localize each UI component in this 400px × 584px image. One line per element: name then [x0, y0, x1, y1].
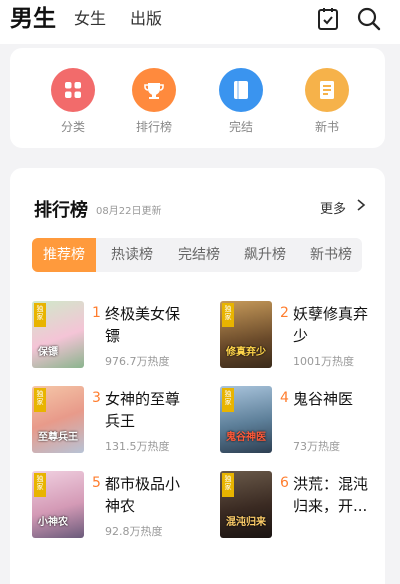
category-classify[interactable]: 分类 — [43, 68, 103, 135]
rank-number: 1 — [92, 305, 101, 321]
book-heat: 1001万热度 — [293, 355, 354, 368]
book-item[interactable]: 独家 保镖 1 终极美女保镖 976.7万热度 — [32, 301, 197, 371]
rank-number: 6 — [280, 475, 289, 491]
tab-boys[interactable]: 男生 — [10, 0, 56, 38]
rank-number: 2 — [280, 305, 289, 321]
book-title[interactable]: 妖孽修真弃少 — [293, 303, 377, 347]
book-cover[interactable]: 独家 小神农 — [32, 471, 84, 538]
subtab-new[interactable]: 新书榜 — [299, 238, 363, 272]
trophy-icon — [132, 68, 176, 112]
book-item[interactable]: 独家 小神农 5 都市极品小神农 92.8万热度 — [32, 471, 197, 541]
search-icon[interactable] — [356, 6, 382, 32]
category-card: 分类 排行榜 完结 新书 — [10, 48, 385, 148]
book-cover[interactable]: 独家 鬼谷神医 — [220, 386, 272, 453]
book-cover[interactable]: 独家 至尊兵王 — [32, 386, 84, 453]
chevron-right-icon[interactable] — [355, 198, 367, 212]
cover-title: 修真弃少 — [226, 347, 266, 358]
subtab-recommend[interactable]: 推荐榜 — [32, 238, 96, 272]
book-heat: 131.5万热度 — [105, 440, 170, 453]
ranking-title: 排行榜 — [34, 200, 88, 221]
cover-title: 混沌归来 — [226, 517, 266, 528]
grid-icon — [51, 68, 95, 112]
exclusive-badge: 独家 — [222, 388, 234, 412]
book-heat: 73万热度 — [293, 440, 340, 453]
top-bar: 男生 女生 出版 — [0, 0, 400, 44]
exclusive-badge: 独家 — [222, 473, 234, 497]
book-cover[interactable]: 独家 混沌归来 — [220, 471, 272, 538]
rank-number: 5 — [92, 475, 101, 491]
exclusive-badge: 独家 — [222, 303, 234, 327]
subtab-rising[interactable]: 飙升榜 — [233, 238, 297, 272]
subtab-finished[interactable]: 完结榜 — [167, 238, 231, 272]
book-item[interactable]: 独家 鬼谷神医 4 鬼谷神医 73万热度 — [220, 386, 385, 456]
more-link[interactable]: 更多 — [320, 198, 346, 217]
book-heat: 976.7万热度 — [105, 355, 170, 368]
book-cover[interactable]: 独家 修真弃少 — [220, 301, 272, 368]
book-item[interactable]: 独家 修真弃少 2 妖孽修真弃少 1001万热度 — [220, 301, 385, 371]
subtab-hot[interactable]: 热读榜 — [100, 238, 164, 272]
category-ranking[interactable]: 排行榜 — [124, 68, 184, 135]
tab-publishing[interactable]: 出版 — [130, 0, 162, 38]
exclusive-badge: 独家 — [34, 473, 46, 497]
book-title[interactable]: 终极美女保镖 — [105, 303, 189, 347]
category-label: 完结 — [228, 120, 253, 134]
cover-title: 鬼谷神医 — [226, 432, 266, 443]
book-title[interactable]: 鬼谷神医 — [293, 388, 377, 410]
rank-number: 3 — [92, 390, 101, 406]
book-title[interactable]: 都市极品小神农 — [105, 473, 189, 517]
book-item[interactable]: 独家 至尊兵王 3 女神的至尊兵王 131.5万热度 — [32, 386, 197, 456]
exclusive-badge: 独家 — [34, 388, 46, 412]
book-cover[interactable]: 独家 保镖 — [32, 301, 84, 368]
category-label: 排行榜 — [135, 120, 172, 134]
book-title[interactable]: 洪荒：混沌归来，开... — [293, 473, 377, 517]
cover-title: 至尊兵王 — [38, 432, 78, 443]
new-book-icon — [305, 68, 349, 112]
book-title[interactable]: 女神的至尊兵王 — [105, 388, 189, 432]
category-finished[interactable]: 完结 — [211, 68, 271, 135]
tab-girls[interactable]: 女生 — [74, 0, 106, 38]
exclusive-badge: 独家 — [34, 303, 46, 327]
cover-title: 保镖 — [38, 347, 58, 358]
category-new[interactable]: 新书 — [297, 68, 357, 135]
ranking-update-date: 08月22日更新 — [96, 206, 162, 217]
ranking-card: 排行榜 08月22日更新 更多 推荐榜 热读榜 完结榜 飙升榜 新书榜 独家 保… — [10, 168, 385, 584]
checkin-icon[interactable] — [315, 6, 341, 32]
cover-title: 小神农 — [38, 517, 68, 528]
category-label: 分类 — [60, 120, 85, 134]
book-heat: 92.8万热度 — [105, 525, 163, 538]
rank-number: 4 — [280, 390, 289, 406]
book-icon — [219, 68, 263, 112]
ranking-subtabs: 推荐榜 热读榜 完结榜 飙升榜 新书榜 — [32, 238, 362, 272]
book-item[interactable]: 独家 混沌归来 6 洪荒：混沌归来，开... — [220, 471, 385, 541]
category-label: 新书 — [314, 120, 339, 134]
